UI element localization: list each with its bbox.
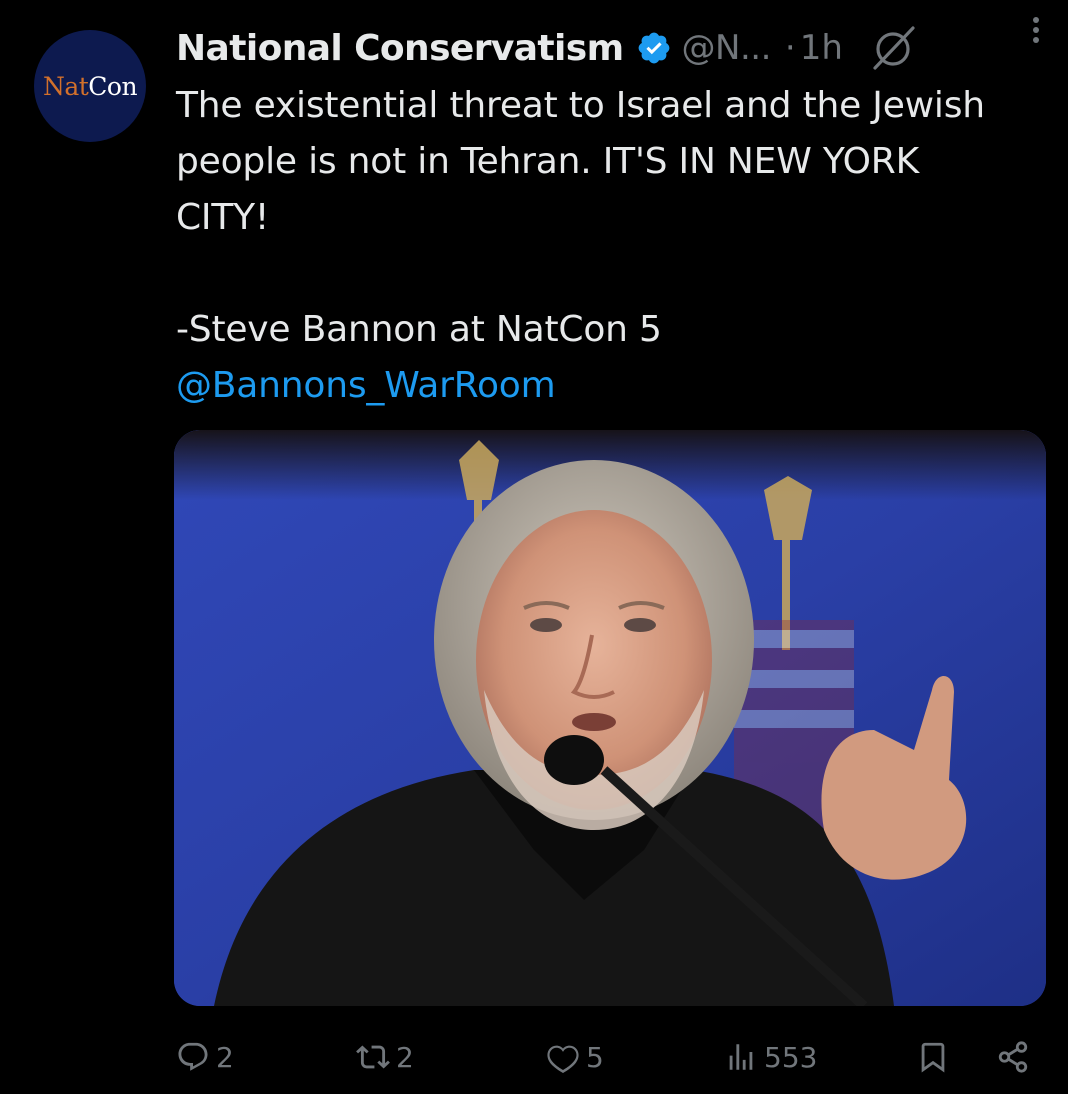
tweet-actions: 2 2 5 553 [176, 1034, 1056, 1094]
tweet-line: people is not in Tehran. IT'S IN NEW YOR… [176, 141, 920, 182]
tweet-line: CITY! [176, 197, 270, 238]
bookmark-button[interactable] [916, 1040, 950, 1074]
reply-button[interactable]: 2 [176, 1040, 234, 1074]
avatar[interactable]: Nat Con [34, 30, 146, 142]
mention-link[interactable]: @Bannons_WarRoom [176, 365, 556, 406]
repost-button[interactable]: 2 [356, 1040, 414, 1074]
avatar-text-con: Con [88, 71, 138, 101]
repost-icon [356, 1045, 390, 1069]
tweet-text: The existential threat to Israel and the… [176, 78, 1056, 414]
reply-count: 2 [216, 1040, 234, 1074]
tweet-header: National Conservatism @N... · 1h [176, 22, 1046, 74]
grok-icon[interactable] [869, 23, 919, 73]
avatar-text-nat: Nat [42, 71, 89, 101]
handle[interactable]: @N... [682, 28, 772, 68]
more-vertical-icon[interactable] [1026, 12, 1046, 48]
tweet-attribution: -Steve Bannon at NatCon 5 [176, 309, 662, 350]
views-icon [729, 1044, 753, 1070]
timestamp[interactable]: 1h [800, 28, 843, 68]
reply-icon [178, 1042, 208, 1071]
views-button[interactable]: 553 [724, 1040, 817, 1074]
share-icon [998, 1041, 1028, 1073]
repost-count: 2 [396, 1040, 414, 1074]
tweet-photo[interactable] [174, 430, 1046, 1006]
separator-dot: · [784, 28, 796, 68]
bookmark-icon [921, 1042, 945, 1073]
like-count: 5 [586, 1040, 604, 1074]
verified-badge-icon[interactable] [636, 30, 672, 66]
share-button[interactable] [996, 1040, 1030, 1074]
like-button[interactable]: 5 [546, 1040, 604, 1074]
views-count: 553 [764, 1040, 818, 1074]
tweet-line: The existential threat to Israel and the… [176, 85, 985, 126]
tweet[interactable]: Nat Con National Conservatism @N... · 1h … [0, 0, 1068, 1074]
display-name[interactable]: National Conservatism [176, 28, 624, 69]
heart-icon [547, 1045, 579, 1074]
